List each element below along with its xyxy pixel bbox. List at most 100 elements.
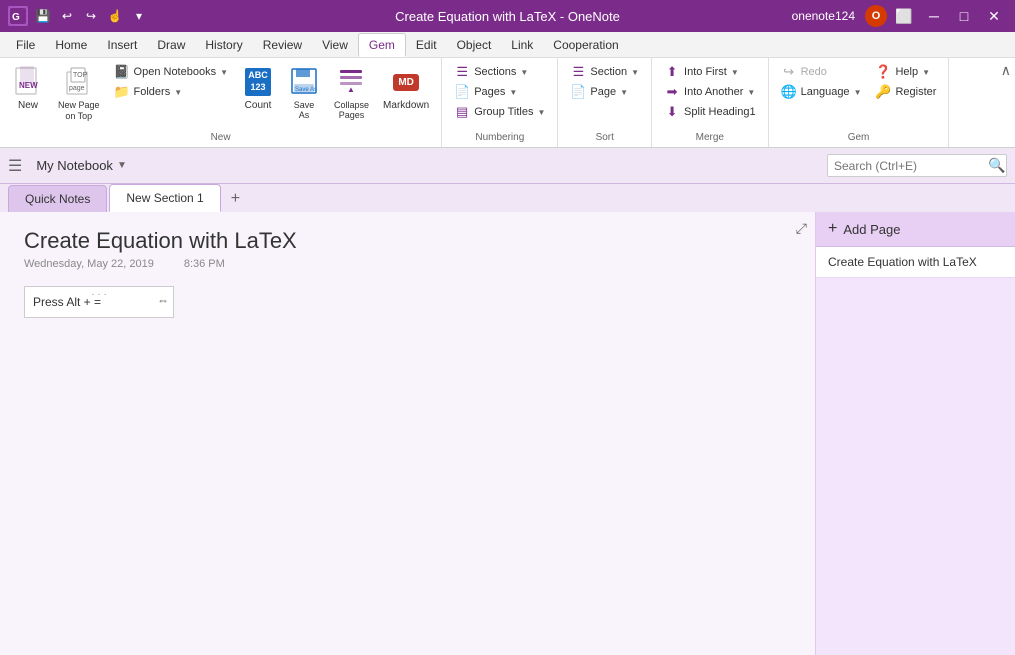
redo-btn[interactable]: ↪ <box>80 5 102 27</box>
window-controls: onenote124 O ⬜ ─ □ ✕ <box>792 5 1007 27</box>
gem-group-label: Gem <box>848 132 870 143</box>
menu-home[interactable]: Home <box>45 34 97 56</box>
page-time-value: 8:36 PM <box>184 258 225 270</box>
sections-label: Sections <box>474 66 516 78</box>
touch-btn[interactable]: ☝ <box>104 5 126 27</box>
add-section-btn[interactable]: + <box>223 186 248 212</box>
register-label: Register <box>895 86 936 98</box>
page-expand-btn[interactable]: ⤢ <box>796 220 807 237</box>
search-input[interactable] <box>834 159 984 173</box>
pages-dropdown-icon: ▼ <box>509 88 517 97</box>
undo-btn[interactable]: ↩ <box>56 5 78 27</box>
more-qat-btn[interactable]: ▾ <box>128 5 150 27</box>
notebook-expand-icon[interactable]: ☰ <box>8 156 22 176</box>
page-date-value: Wednesday, May 22, 2019 <box>24 258 154 270</box>
note-expand-icon[interactable]: ⇔ <box>157 293 169 307</box>
abc-count-btn[interactable]: ABC123 Count <box>236 62 280 115</box>
menu-link[interactable]: Link <box>501 34 543 56</box>
title-bar: G 💾 ↩ ↪ ☝ ▾ Create Equation with LaTeX -… <box>0 0 1015 32</box>
help-btn[interactable]: ❓ Help ▼ <box>869 62 942 82</box>
menu-cooperation[interactable]: Cooperation <box>543 34 628 56</box>
help-dropdown-icon: ▼ <box>922 68 930 77</box>
sections-btn[interactable]: ☰ Sections ▼ <box>448 62 551 82</box>
markdown-btn[interactable]: MD Markdown <box>377 62 435 115</box>
pages-btn[interactable]: 📄 Pages ▼ <box>448 82 551 102</box>
merge-group-label: Merge <box>696 132 724 143</box>
menu-insert[interactable]: Insert <box>97 34 147 56</box>
language-btn[interactable]: 🌐 Language ▼ <box>775 82 868 102</box>
page-sort-btn[interactable]: 📄 Page ▼ <box>564 82 645 102</box>
menu-file[interactable]: File <box>6 34 45 56</box>
collapse-pages-label: CollapsePages <box>334 100 369 120</box>
new-btn[interactable]: NEW Redo New <box>6 62 50 115</box>
add-page-plus-icon: + <box>828 220 837 238</box>
minimize-btn[interactable]: ─ <box>921 6 947 26</box>
section-sort-btn[interactable]: ☰ Section ▼ <box>564 62 645 82</box>
page-date: Wednesday, May 22, 2019 8:36 PM <box>24 258 791 270</box>
save-as-btn[interactable]: Save As SaveAs <box>282 62 326 124</box>
language-icon: 🌐 <box>781 84 797 100</box>
add-page-btn[interactable]: + Add Page <box>816 212 1015 247</box>
search-box: 🔍 <box>827 154 1007 177</box>
page-list-item-title: Create Equation with LaTeX <box>828 255 977 269</box>
svg-text:NEW: NEW <box>19 81 38 90</box>
into-first-icon: ⬆ <box>664 64 680 80</box>
gem-stack-left: ↪ Redo 🌐 Language ▼ <box>775 62 868 102</box>
into-another-icon: ➡ <box>664 84 680 100</box>
page-sort-label: Page <box>590 86 616 98</box>
into-another-btn[interactable]: ➡ Into Another ▼ <box>658 82 762 102</box>
help-icon: ❓ <box>875 64 891 80</box>
new-page-on-top-icon: TOP page <box>63 66 95 98</box>
section-sort-dropdown-icon: ▼ <box>631 68 639 77</box>
folders-btn[interactable]: 📁 Folders ▼ <box>108 82 234 102</box>
user-avatar[interactable]: O <box>865 5 887 27</box>
numbering-stack: ☰ Sections ▼ 📄 Pages ▼ ▤ Group Titles ▼ <box>448 62 551 122</box>
page-list-item-0[interactable]: Create Equation with LaTeX <box>816 247 1015 278</box>
menu-draw[interactable]: Draw <box>147 34 195 56</box>
redo-btn-gem[interactable]: ↪ Redo <box>775 62 868 82</box>
menu-view[interactable]: View <box>312 34 358 56</box>
title-bar-left: G 💾 ↩ ↪ ☝ ▾ <box>8 5 150 27</box>
maximize-btn[interactable]: □ <box>951 6 977 26</box>
page-title: Create Equation with LaTeX <box>24 228 791 254</box>
menu-history[interactable]: History <box>195 34 252 56</box>
ribbon-collapse-btn[interactable]: ∧ <box>1001 62 1011 79</box>
new-group-label: New <box>211 132 231 143</box>
split-heading-btn[interactable]: ⬇ Split Heading1 <box>658 102 762 122</box>
new-page-on-top-btn[interactable]: TOP page New Pageon Top <box>52 62 106 126</box>
close-btn[interactable]: ✕ <box>981 6 1007 26</box>
new-page-on-top-label: New Pageon Top <box>58 100 100 122</box>
svg-text:Save As: Save As <box>295 87 317 93</box>
notebook-selector[interactable]: My Notebook ▼ <box>28 154 135 177</box>
group-titles-btn[interactable]: ▤ Group Titles ▼ <box>448 102 551 122</box>
svg-text:TOP: TOP <box>73 72 88 79</box>
markdown-icon: MD <box>390 66 422 98</box>
into-first-dropdown-icon: ▼ <box>731 68 739 77</box>
menu-edit[interactable]: Edit <box>406 34 447 56</box>
gem-stack-right: ❓ Help ▼ 🔑 Register <box>869 62 942 102</box>
into-first-btn[interactable]: ⬆ Into First ▼ <box>658 62 762 82</box>
menu-gem[interactable]: Gem <box>358 33 406 57</box>
into-first-label: Into First <box>684 66 727 78</box>
app-icon: G <box>8 6 28 26</box>
collapse-pages-btn[interactable]: ▲ CollapsePages <box>328 62 375 124</box>
content-note[interactable]: · · · ⇔ Press Alt + = <box>24 286 174 318</box>
ribbon-display-btn[interactable]: ⬜ <box>891 6 917 26</box>
open-notebooks-label: Open Notebooks <box>134 66 217 78</box>
page-list-area <box>816 278 1015 655</box>
menu-review[interactable]: Review <box>253 34 312 56</box>
register-btn[interactable]: 🔑 Register <box>869 82 942 102</box>
tabs-row: Quick Notes New Section 1 + <box>0 184 1015 212</box>
open-notebooks-btn[interactable]: 📓 Open Notebooks ▼ <box>108 62 234 82</box>
menu-object[interactable]: Object <box>447 34 502 56</box>
save-qat-btn[interactable]: 💾 <box>32 5 54 27</box>
search-icon[interactable]: 🔍 <box>988 157 1005 174</box>
tab-quick-notes[interactable]: Quick Notes <box>8 185 107 212</box>
section-sort-icon: ☰ <box>570 64 586 80</box>
split-heading-icon: ⬇ <box>664 104 680 120</box>
tab-new-section-1[interactable]: New Section 1 <box>109 184 220 212</box>
ribbon-group-merge: ⬆ Into First ▼ ➡ Into Another ▼ ⬇ Split … <box>652 58 769 147</box>
folders-icon: 📁 <box>114 84 130 100</box>
sort-stack: ☰ Section ▼ 📄 Page ▼ <box>564 62 645 102</box>
abc-count-label: Count <box>245 100 272 111</box>
